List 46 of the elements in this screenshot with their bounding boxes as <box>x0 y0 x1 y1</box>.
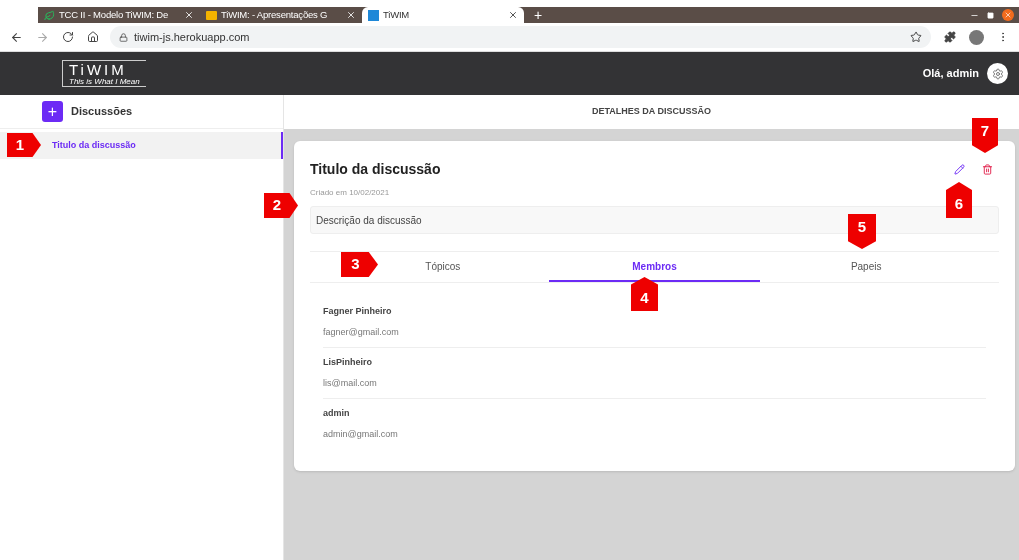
callout-marker: 6 <box>946 182 972 218</box>
close-window-button[interactable] <box>1002 9 1014 21</box>
profile-avatar[interactable] <box>969 29 984 45</box>
tab-title: TCC II - Modelo TiWIM: De <box>59 7 169 22</box>
settings-icon <box>991 67 1004 80</box>
extensions-icon[interactable] <box>944 31 956 43</box>
page-title: DETALHES DA DISCUSSÃO <box>592 105 711 119</box>
member-name: Fagner Pinheiro <box>323 305 393 318</box>
close-icon[interactable] <box>508 10 518 20</box>
discussion-title: Titulo da discussão <box>310 160 441 179</box>
slides-icon <box>206 10 217 20</box>
browser-tab[interactable]: TiWIM <box>362 7 524 23</box>
callout-marker: 2 <box>264 193 298 218</box>
tab[interactable]: Tópicos <box>421 256 465 276</box>
member-email: admin@gmail.com <box>323 427 399 441</box>
callout-marker: 1 <box>7 133 41 157</box>
settings-button[interactable] <box>987 63 1008 84</box>
logo: TiWIM This is What I Mean <box>62 60 146 87</box>
member-email: fagner@gmail.com <box>323 325 400 339</box>
sidebar-title: Discussões <box>71 104 133 120</box>
callout-marker: 4 <box>631 277 658 311</box>
browser-tab[interactable]: TiWIM: - Apresentações G <box>200 7 362 23</box>
tab[interactable]: Papeis <box>846 256 886 276</box>
tab-title: TiWIM: - Apresentações G <box>221 7 329 22</box>
edit-icon[interactable] <box>954 164 965 175</box>
tab[interactable]: Membros <box>628 256 681 276</box>
member-name: LisPinheiro <box>323 356 373 369</box>
browser-tab[interactable]: TCC II - Modelo TiWIM: De <box>38 7 200 23</box>
app-icon <box>368 9 379 21</box>
home-icon[interactable] <box>87 31 99 43</box>
member-name: admin <box>323 407 351 420</box>
member-email: lis@mail.com <box>323 376 378 390</box>
delete-icon[interactable] <box>982 164 993 175</box>
tab-title: TiWIM <box>383 7 411 22</box>
leaf-icon <box>44 9 55 21</box>
address-bar[interactable]: tiwim-js.herokuapp.com <box>110 26 931 48</box>
close-icon <box>1004 11 1012 19</box>
created-date: Criado em 10/02/2021 <box>310 187 391 199</box>
maximize-icon[interactable] <box>987 11 994 19</box>
back-icon[interactable] <box>10 30 23 44</box>
reload-icon[interactable] <box>62 31 74 43</box>
new-tab-button[interactable]: + <box>524 7 553 23</box>
close-icon[interactable] <box>184 10 194 20</box>
greeting: Olá, admin <box>922 66 979 82</box>
add-button[interactable]: + <box>42 101 63 122</box>
close-icon[interactable] <box>346 10 356 20</box>
